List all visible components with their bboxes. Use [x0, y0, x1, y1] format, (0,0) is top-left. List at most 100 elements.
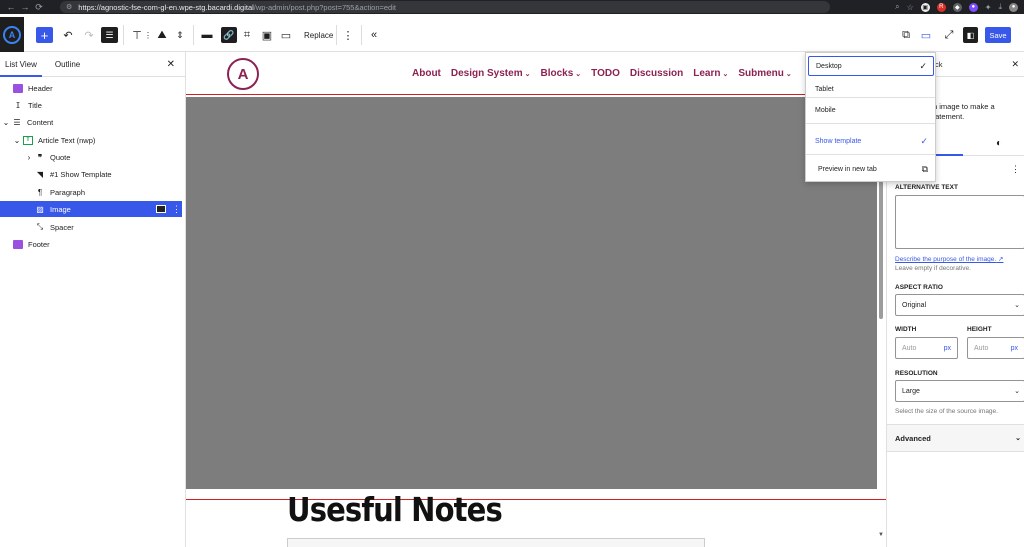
image-block[interactable]: [186, 97, 877, 489]
browser-toolbar: ← → ⟳ ⚙ https://agnostic-fse-com-gl-en.w…: [0, 0, 1024, 14]
close-icon[interactable]: ✕: [167, 59, 175, 70]
list-item-footer[interactable]: Footer: [0, 236, 182, 252]
site-logo[interactable]: A: [227, 58, 259, 90]
chevron-down-icon[interactable]: ⌄: [1, 118, 11, 127]
options-icon[interactable]: ⋮: [1011, 164, 1020, 175]
nav-item-learn[interactable]: Learn ⌄: [693, 68, 728, 79]
aspect-ratio-select[interactable]: Original ⌄: [895, 294, 1024, 316]
menu-item-mobile[interactable]: Mobile: [808, 100, 934, 120]
chevron-down-icon: ⌄: [1015, 435, 1021, 442]
advanced-section-toggle[interactable]: Advanced ⌄: [887, 424, 1024, 452]
undo-icon[interactable]: ↶: [61, 27, 75, 43]
download-icon[interactable]: ⤓: [998, 2, 1002, 12]
page-heading[interactable]: Usesful Notes: [287, 490, 503, 529]
list-item-image[interactable]: ▨ Image ⋮: [0, 201, 182, 217]
alt-text-field[interactable]: [895, 195, 1024, 249]
list-item-spacer[interactable]: ⤡ Spacer: [0, 219, 182, 235]
spacer-icon: ⤡: [36, 222, 44, 231]
width-input[interactable]: Auto px: [895, 337, 958, 359]
text-overlay-icon[interactable]: ▣: [261, 27, 273, 43]
extension-icon[interactable]: ◆: [952, 2, 962, 12]
resolution-label: Resolution: [895, 370, 938, 377]
close-icon[interactable]: ✕: [1011, 59, 1019, 70]
chevron-down-icon: ⌄: [1014, 302, 1020, 309]
zoom-icon[interactable]: ⌕: [895, 2, 899, 12]
options-icon[interactable]: ⋮: [172, 204, 181, 215]
fullscreen-icon[interactable]: ⤢: [942, 27, 956, 43]
add-block-button[interactable]: +: [36, 27, 53, 43]
list-item-label: Header: [28, 83, 53, 93]
menu-item-desktop[interactable]: Desktop ✓: [808, 56, 934, 76]
save-button[interactable]: Save: [985, 27, 1011, 43]
list-item-content[interactable]: ⌄ ☰ Content: [0, 114, 182, 130]
list-item-label: Content: [27, 117, 54, 127]
site-info-icon[interactable]: ⚙: [66, 3, 72, 11]
more-options-icon[interactable]: ⋮: [343, 27, 354, 43]
list-item-quote[interactable]: › ❞ Quote: [0, 149, 182, 165]
nav-item-blocks[interactable]: Blocks ⌄: [540, 68, 581, 79]
menu-item-preview-new-tab[interactable]: Preview in new tab ⧉: [808, 159, 934, 179]
list-item-header[interactable]: Header: [0, 80, 182, 96]
list-item-paragraph[interactable]: ¶ Paragraph: [0, 184, 182, 200]
menu-item-show-template[interactable]: Show template ✓: [808, 131, 934, 151]
list-item-title[interactable]: ⵊ Title: [0, 97, 182, 113]
content-block[interactable]: [287, 538, 705, 547]
resolution-select[interactable]: Large ⌄: [895, 380, 1024, 402]
extension-icon[interactable]: ●: [968, 2, 978, 12]
tab-block[interactable]: ck: [935, 60, 943, 69]
alt-text-help-link[interactable]: Describe the purpose of the image. ↗: [895, 255, 1003, 263]
styles-icon[interactable]: ◐: [996, 138, 1002, 149]
forward-icon[interactable]: →: [18, 2, 32, 12]
chevron-right-icon[interactable]: ›: [24, 153, 34, 162]
redo-icon[interactable]: ↷: [82, 27, 96, 43]
list-item-show-template[interactable]: ◥ #1 Show Template: [0, 166, 182, 182]
menu-item-tablet[interactable]: Tablet: [808, 79, 934, 99]
divider: [123, 25, 124, 45]
height-input[interactable]: Auto px: [967, 337, 1024, 359]
quote-icon: ❞: [37, 152, 43, 162]
scroll-thumb[interactable]: [879, 179, 883, 319]
list-item-article-text[interactable]: ⌄ T Article Text (nwp): [0, 132, 182, 148]
template-part-icon: [12, 83, 24, 93]
document-overview-button[interactable]: ☰: [101, 27, 118, 43]
link-button[interactable]: 🔗: [221, 27, 237, 43]
chevron-down-icon[interactable]: ⌄: [12, 136, 22, 145]
nav-item-design-system[interactable]: Design System ⌄: [451, 68, 531, 79]
tab-outline[interactable]: Outline: [50, 52, 85, 77]
extensions-puzzle-icon[interactable]: ✦: [985, 3, 992, 12]
nav-item-todo[interactable]: TODO: [591, 68, 620, 79]
extension-icon[interactable]: ▣: [920, 2, 930, 12]
nav-item-submenu[interactable]: Submenu ⌄: [738, 68, 791, 79]
editor-canvas: A About Design System ⌄ Blocks ⌄ TODO Disc…: [186, 52, 886, 547]
image-block-icon[interactable]: ⛰: [155, 27, 169, 43]
check-icon: ✓: [920, 135, 928, 146]
extension-icon[interactable]: R: [936, 2, 946, 12]
height-label: Height: [967, 326, 992, 333]
scroll-down-icon[interactable]: ▼: [878, 532, 884, 538]
bookmark-star-icon[interactable]: ☆: [907, 3, 914, 12]
block-type-icon[interactable]: ⊤: [131, 27, 143, 43]
crop-icon[interactable]: ⌗: [241, 27, 253, 43]
replace-button[interactable]: Replace: [304, 27, 333, 43]
nav-item-discussion[interactable]: Discussion: [630, 68, 683, 79]
drag-handle-icon[interactable]: ⋮: [144, 27, 152, 43]
address-bar[interactable]: ⚙ https://agnostic-fse-com-gl-en.wpe-stg…: [60, 1, 830, 13]
list-view-tabs: List View Outline ✕: [0, 52, 185, 77]
preview-device-icon[interactable]: ▭: [919, 27, 933, 43]
view-site-icon[interactable]: ⧉: [899, 27, 913, 43]
align-icon[interactable]: ▬: [201, 27, 213, 43]
site-logo-button[interactable]: A: [0, 17, 24, 52]
preview-dropdown: Desktop ✓ Tablet Mobile Show template ✓ Pr…: [805, 52, 936, 182]
caption-icon[interactable]: ▭: [280, 27, 292, 43]
move-up-down-icon[interactable]: ⇕: [175, 27, 185, 43]
settings-sidebar-toggle[interactable]: ◧: [963, 27, 978, 43]
collapse-toolbar-icon[interactable]: «: [368, 27, 380, 43]
reload-icon[interactable]: ⟳: [32, 2, 46, 13]
bookmark-icon: ◥: [36, 169, 44, 179]
divider: [806, 154, 935, 155]
tab-list-view[interactable]: List View: [0, 52, 42, 77]
profile-avatar[interactable]: ●: [1009, 2, 1018, 12]
nav-item-about[interactable]: About: [412, 68, 441, 79]
back-icon[interactable]: ←: [4, 2, 18, 12]
divider: [193, 25, 194, 45]
